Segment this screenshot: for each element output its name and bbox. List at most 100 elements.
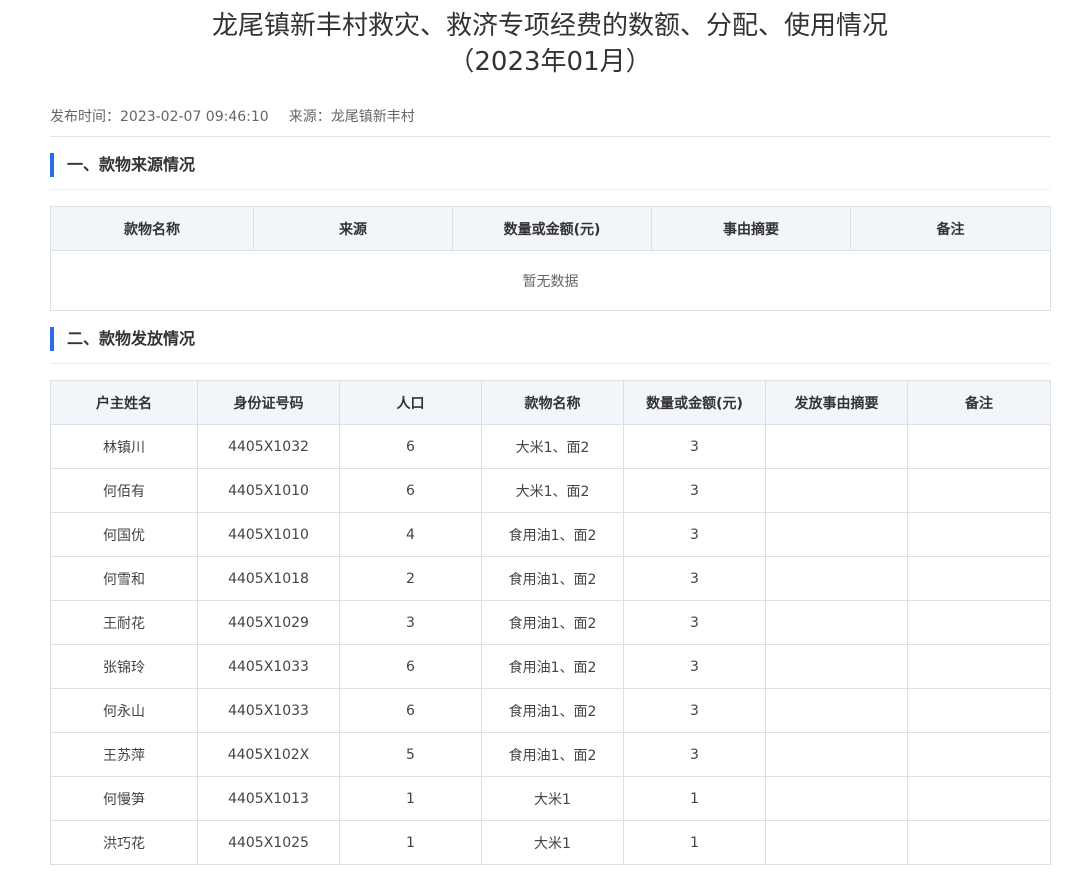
cell-household-head-name: 洪巧花 [50,820,198,865]
empty-state-text: 暂无数据 [50,250,1051,311]
cell-reason-summary [765,732,908,777]
cell-id-number: 4405X1013 [197,776,340,821]
cell-goods-name: 食用油1、面2 [481,556,624,601]
empty-row: 暂无数据 [50,250,1051,311]
cell-goods-name: 大米1、面2 [481,468,624,513]
column-header: 备注 [907,380,1051,425]
section-heading-distribution: 二、款物发放情况 [50,327,1050,351]
cell-population: 6 [339,424,482,469]
table-row: 何永山 4405X1033 6 食用油1、面2 3 [50,688,1051,733]
column-header: 身份证号码 [197,380,340,425]
cell-household-head-name: 何慢笋 [50,776,198,821]
cell-reason-summary [765,776,908,821]
cell-reason-summary [765,468,908,513]
cell-id-number: 4405X1010 [197,512,340,557]
cell-household-head-name: 林镇川 [50,424,198,469]
cell-amount: 3 [623,688,766,733]
cell-population: 6 [339,688,482,733]
cell-id-number: 4405X1033 [197,688,340,733]
cell-amount: 3 [623,644,766,689]
section-heading-sources: 一、款物来源情况 [50,153,1050,177]
column-header: 款物名称 [50,206,254,251]
cell-household-head-name: 何国优 [50,512,198,557]
cell-population: 5 [339,732,482,777]
column-header: 人口 [339,380,482,425]
cell-goods-name: 食用油1、面2 [481,732,624,777]
column-header: 发放事由摘要 [765,380,908,425]
cell-amount: 3 [623,424,766,469]
cell-goods-name: 食用油1、面2 [481,688,624,733]
article-meta: 发布时间：2023-02-07 09:46:10 来源：龙尾镇新丰村 [50,107,1050,137]
section-divider [50,189,1050,190]
cell-amount: 3 [623,556,766,601]
cell-household-head-name: 何佰有 [50,468,198,513]
cell-goods-name: 食用油1、面2 [481,644,624,689]
cell-reason-summary [765,600,908,645]
cell-id-number: 4405X1029 [197,600,340,645]
cell-id-number: 4405X1033 [197,644,340,689]
cell-goods-name: 食用油1、面2 [481,600,624,645]
table-row: 王耐花 4405X1029 3 食用油1、面2 3 [50,600,1051,645]
cell-population: 1 [339,820,482,865]
cell-amount: 3 [623,600,766,645]
table-row: 王苏萍 4405X102X 5 食用油1、面2 3 [50,732,1051,777]
column-header: 款物名称 [481,380,624,425]
cell-remark [907,820,1051,865]
sources-table: 款物名称 来源 数量或金额(元) 事由摘要 备注 暂无数据 [50,206,1051,311]
cell-population: 6 [339,644,482,689]
cell-household-head-name: 何永山 [50,688,198,733]
page-title: 龙尾镇新丰村救灾、救济专项经费的数额、分配、使用情况 （2023年01月） [50,0,1050,80]
cell-id-number: 4405X1018 [197,556,340,601]
cell-reason-summary [765,556,908,601]
table-row: 何国优 4405X1010 4 食用油1、面2 3 [50,512,1051,557]
cell-reason-summary [765,688,908,733]
page-title-period: （2023年01月） [448,47,652,77]
cell-remark [907,644,1051,689]
cell-id-number: 4405X102X [197,732,340,777]
cell-reason-summary [765,512,908,557]
cell-population: 2 [339,556,482,601]
cell-amount: 1 [623,820,766,865]
section-divider [50,363,1050,364]
cell-goods-name: 大米1 [481,776,624,821]
cell-amount: 3 [623,468,766,513]
column-header: 来源 [253,206,453,251]
cell-remark [907,732,1051,777]
cell-remark [907,468,1051,513]
distribution-table: 户主姓名 身份证号码 人口 款物名称 数量或金额(元) 发放事由摘要 备注 林镇… [50,380,1051,865]
cell-remark [907,424,1051,469]
cell-population: 4 [339,512,482,557]
cell-amount: 3 [623,512,766,557]
table-row: 张锦玲 4405X1033 6 食用油1、面2 3 [50,644,1051,689]
cell-household-head-name: 何雪和 [50,556,198,601]
table-row: 何慢笋 4405X1013 1 大米1 1 [50,776,1051,821]
cell-goods-name: 大米1、面2 [481,424,624,469]
source-label: 来源：龙尾镇新丰村 [288,109,415,125]
cell-goods-name: 食用油1、面2 [481,512,624,557]
table-row: 林镇川 4405X1032 6 大米1、面2 3 [50,424,1051,469]
cell-household-head-name: 王苏萍 [50,732,198,777]
table-header-row: 户主姓名 身份证号码 人口 款物名称 数量或金额(元) 发放事由摘要 备注 [50,380,1051,425]
table-row: 何佰有 4405X1010 6 大米1、面2 3 [50,468,1051,513]
cell-remark [907,688,1051,733]
cell-population: 6 [339,468,482,513]
distribution-table-body: 林镇川 4405X1032 6 大米1、面2 3 何佰有 4405X1010 6 大米1、面2 3… [50,424,1051,865]
table-header-row: 款物名称 来源 数量或金额(元) 事由摘要 备注 [50,206,1051,251]
cell-id-number: 4405X1025 [197,820,340,865]
table-row: 洪巧花 4405X1025 1 大米1 1 [50,820,1051,865]
cell-remark [907,600,1051,645]
publish-time: 发布时间：2023-02-07 09:46:10 [50,109,269,125]
cell-goods-name: 大米1 [481,820,624,865]
article-page: 龙尾镇新丰村救灾、救济专项经费的数额、分配、使用情况 （2023年01月） 发布… [50,0,1051,865]
column-header: 户主姓名 [50,380,198,425]
table-row: 何雪和 4405X1018 2 食用油1、面2 3 [50,556,1051,601]
cell-population: 3 [339,600,482,645]
cell-reason-summary [765,644,908,689]
column-header: 数量或金额(元) [623,380,766,425]
page-title-main: 龙尾镇新丰村救灾、救济专项经费的数额、分配、使用情况 [211,11,888,41]
column-header: 备注 [850,206,1051,251]
cell-reason-summary [765,820,908,865]
cell-household-head-name: 王耐花 [50,600,198,645]
cell-amount: 1 [623,776,766,821]
cell-remark [907,776,1051,821]
